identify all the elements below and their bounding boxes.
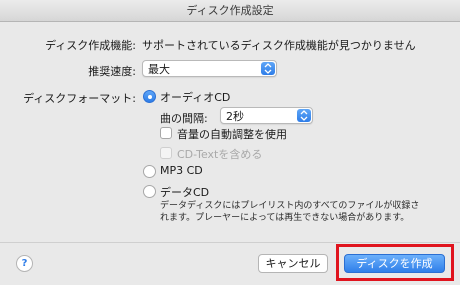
burner-label: ディスク作成機能: (45, 39, 136, 52)
radio-data-cd[interactable] (143, 185, 156, 198)
gap-label: 曲の間隔: (160, 112, 208, 125)
speed-label: 推奨速度: (88, 65, 136, 78)
highlight-annotation (336, 244, 454, 281)
speed-select[interactable]: 最大 (142, 60, 277, 77)
sound-check-label[interactable]: 音量の自動調整を使用 (177, 126, 287, 142)
data-cd-description: データディスクにはプレイリスト内のすべてのファイルが収録されます。プレーヤーによ… (160, 201, 420, 223)
radio-audio-cd-label[interactable]: オーディオCD (160, 89, 230, 105)
gap-select-value: 2秒 (226, 110, 244, 123)
radio-mp3-cd[interactable] (143, 165, 156, 178)
speed-select-value: 最大 (148, 63, 170, 76)
help-button[interactable]: ? (16, 255, 33, 272)
burner-value: サポートされているディスク作成機能が見つかりません (142, 39, 416, 52)
format-label: ディスクフォーマット: (23, 92, 136, 105)
radio-data-cd-label[interactable]: データCD (160, 184, 209, 200)
gap-select[interactable]: 2秒 (220, 107, 313, 124)
updown-icon (261, 62, 275, 75)
cancel-button[interactable]: キャンセル (258, 254, 328, 273)
cd-text-label: CD-Textを含める (177, 148, 263, 161)
updown-icon (297, 109, 311, 122)
window-title: ディスク作成設定 (0, 0, 460, 22)
radio-mp3-cd-label[interactable]: MP3 CD (160, 164, 203, 177)
sound-check-checkbox[interactable] (160, 127, 172, 139)
footer-divider (0, 242, 460, 243)
cd-text-checkbox[interactable] (160, 147, 172, 159)
radio-audio-cd[interactable] (143, 90, 156, 103)
